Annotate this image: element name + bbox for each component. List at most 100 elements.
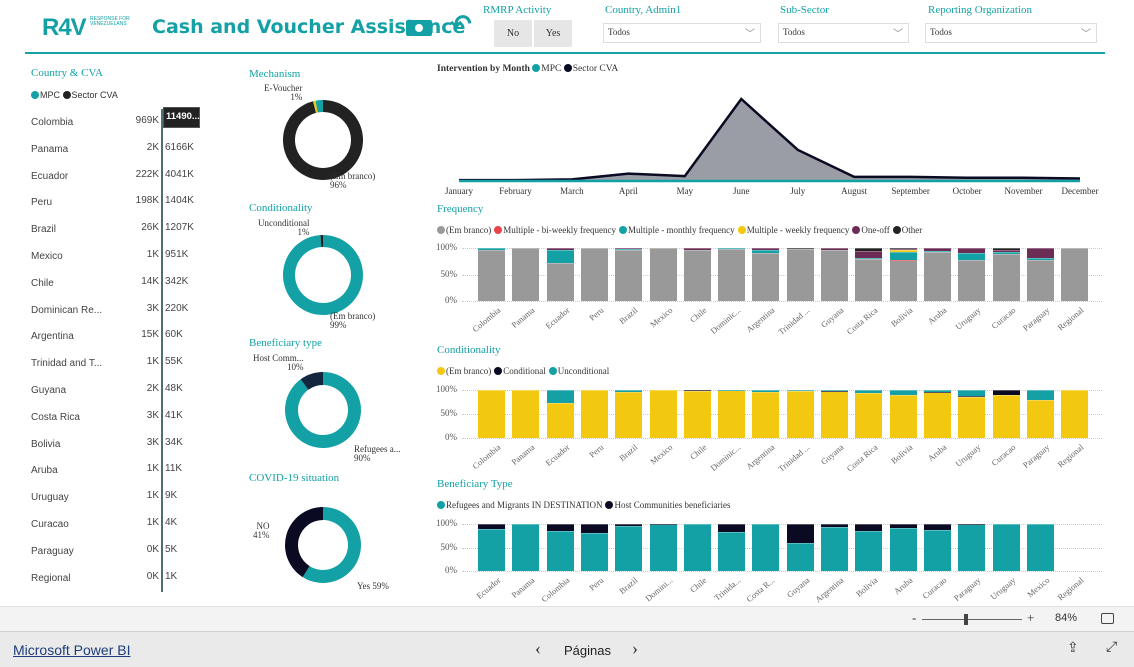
bar-segment[interactable] bbox=[923, 391, 951, 393]
bar-segment[interactable] bbox=[958, 253, 986, 260]
bar-segment[interactable] bbox=[786, 390, 814, 438]
bar-segment[interactable] bbox=[580, 390, 608, 438]
bar-segment[interactable] bbox=[649, 248, 677, 301]
bar-segment[interactable] bbox=[615, 390, 643, 392]
powerbi-link[interactable]: Microsoft Power BI bbox=[13, 642, 130, 658]
bar-segment[interactable] bbox=[615, 524, 643, 526]
bar-segment[interactable] bbox=[478, 248, 505, 250]
table-row[interactable]: Uruguay 1K 9K bbox=[31, 484, 231, 512]
bar-segment[interactable] bbox=[889, 250, 917, 252]
bar-segment[interactable] bbox=[786, 524, 814, 543]
bar-segment[interactable] bbox=[855, 524, 883, 531]
pages-label[interactable]: Páginas bbox=[564, 643, 611, 658]
bar-segment[interactable] bbox=[889, 394, 917, 438]
bar-segment[interactable] bbox=[821, 249, 848, 301]
bar-segment[interactable] bbox=[889, 260, 917, 301]
bar-segment[interactable] bbox=[718, 390, 746, 391]
bar-segment[interactable] bbox=[855, 258, 883, 260]
bar-segment[interactable] bbox=[1026, 390, 1054, 401]
bar-segment[interactable] bbox=[752, 392, 780, 438]
org-dropdown[interactable]: Todos ﹀ bbox=[925, 23, 1097, 43]
bar-segment[interactable] bbox=[718, 524, 746, 532]
bar-segment[interactable] bbox=[992, 252, 1020, 254]
bar-segment[interactable] bbox=[615, 391, 643, 438]
bar-segment[interactable] bbox=[580, 248, 608, 301]
table-row[interactable]: Bolivia 3K 34K bbox=[31, 430, 231, 458]
table-row[interactable]: Chile 14K 342K bbox=[31, 269, 231, 297]
bar-segment[interactable] bbox=[821, 391, 848, 438]
bar-segment[interactable] bbox=[889, 524, 917, 529]
bar-segment[interactable] bbox=[992, 250, 1020, 253]
table-row[interactable]: Colombia 969K 11490... bbox=[31, 107, 231, 136]
bar-segment[interactable] bbox=[718, 248, 746, 249]
bar-segment[interactable] bbox=[958, 248, 986, 254]
bar-segment[interactable] bbox=[752, 252, 780, 301]
bar-segment[interactable] bbox=[718, 248, 746, 301]
share-icon[interactable]: ⇪ bbox=[1067, 640, 1079, 657]
bar-segment[interactable] bbox=[512, 524, 540, 571]
bar-segment[interactable] bbox=[718, 390, 746, 438]
bar-segment[interactable] bbox=[546, 403, 574, 438]
bar-segment[interactable] bbox=[649, 524, 677, 525]
bar-segment[interactable] bbox=[821, 527, 848, 571]
bar-segment[interactable] bbox=[958, 524, 986, 571]
bar-segment[interactable] bbox=[786, 390, 814, 391]
bar-segment[interactable] bbox=[889, 249, 917, 251]
bar-segment[interactable] bbox=[546, 263, 574, 301]
bar-segment[interactable] bbox=[992, 248, 1020, 251]
bar-segment[interactable] bbox=[992, 524, 1020, 571]
bar-segment[interactable] bbox=[992, 394, 1020, 438]
bar-segment[interactable] bbox=[1026, 248, 1054, 258]
fit-to-page-icon[interactable] bbox=[1101, 613, 1114, 624]
bar-segment[interactable] bbox=[649, 524, 677, 571]
bar-segment[interactable] bbox=[1061, 390, 1089, 438]
bar-segment[interactable] bbox=[992, 253, 1020, 301]
table-row[interactable]: Peru 198K 1404K bbox=[31, 189, 231, 217]
bar-segment[interactable] bbox=[683, 390, 711, 392]
bar-segment[interactable] bbox=[889, 259, 917, 261]
bar-segment[interactable] bbox=[855, 248, 883, 252]
table-row[interactable]: Aruba 1K 11K bbox=[31, 457, 231, 485]
table-row[interactable]: Ecuador 222K 4041K bbox=[31, 162, 231, 190]
bar-segment[interactable] bbox=[1026, 259, 1054, 301]
bar-segment[interactable] bbox=[546, 248, 574, 250]
bar-segment[interactable] bbox=[512, 248, 540, 301]
bar-segment[interactable] bbox=[923, 524, 951, 530]
bar-segment[interactable] bbox=[958, 395, 986, 397]
bar-segment[interactable] bbox=[923, 390, 951, 392]
zoom-slider[interactable] bbox=[922, 619, 1022, 620]
zoom-out-button[interactable]: - bbox=[912, 610, 916, 626]
rmrp-yes-button[interactable]: Yes bbox=[534, 20, 572, 47]
table-row[interactable]: Argentina 15K 60K bbox=[31, 323, 231, 351]
table-row[interactable]: Brazil 26K 1207K bbox=[31, 216, 231, 244]
bar-segment[interactable] bbox=[855, 251, 883, 259]
bar-segment[interactable] bbox=[478, 390, 505, 438]
table-row[interactable]: Guyana 2K 48K bbox=[31, 377, 231, 404]
rmrp-no-button[interactable]: No bbox=[494, 20, 532, 47]
bar-segment[interactable] bbox=[821, 524, 848, 528]
fullscreen-icon[interactable]: ⤢ bbox=[1106, 640, 1117, 656]
zoom-slider-thumb[interactable] bbox=[964, 614, 968, 625]
bar-segment[interactable] bbox=[649, 390, 677, 438]
table-row[interactable]: Mexico 1K 951K bbox=[31, 243, 231, 270]
next-page-button[interactable]: › bbox=[632, 638, 638, 659]
bar-segment[interactable] bbox=[786, 542, 814, 571]
bar-segment[interactable] bbox=[889, 390, 917, 395]
bar-segment[interactable] bbox=[546, 531, 574, 571]
bar-segment[interactable] bbox=[1026, 257, 1054, 260]
bar-segment[interactable] bbox=[752, 250, 780, 253]
bar-segment[interactable] bbox=[615, 525, 643, 571]
bar-segment[interactable] bbox=[1061, 248, 1089, 301]
bar-segment[interactable] bbox=[580, 524, 608, 534]
zoom-in-button[interactable]: + bbox=[1027, 610, 1034, 626]
bar-segment[interactable] bbox=[786, 248, 814, 250]
bar-segment[interactable] bbox=[821, 248, 848, 250]
bar-segment[interactable] bbox=[580, 533, 608, 571]
bar-segment[interactable] bbox=[821, 390, 848, 391]
table-row[interactable]: Paraguay 0K 5K bbox=[31, 537, 231, 565]
bar-segment[interactable] bbox=[889, 251, 917, 260]
bar-segment[interactable] bbox=[478, 528, 505, 571]
bar-segment[interactable] bbox=[958, 259, 986, 301]
table-row[interactable]: Curacao 1K 4K bbox=[31, 511, 231, 538]
table-row[interactable]: Dominican Re... 3K 220K bbox=[31, 296, 231, 324]
